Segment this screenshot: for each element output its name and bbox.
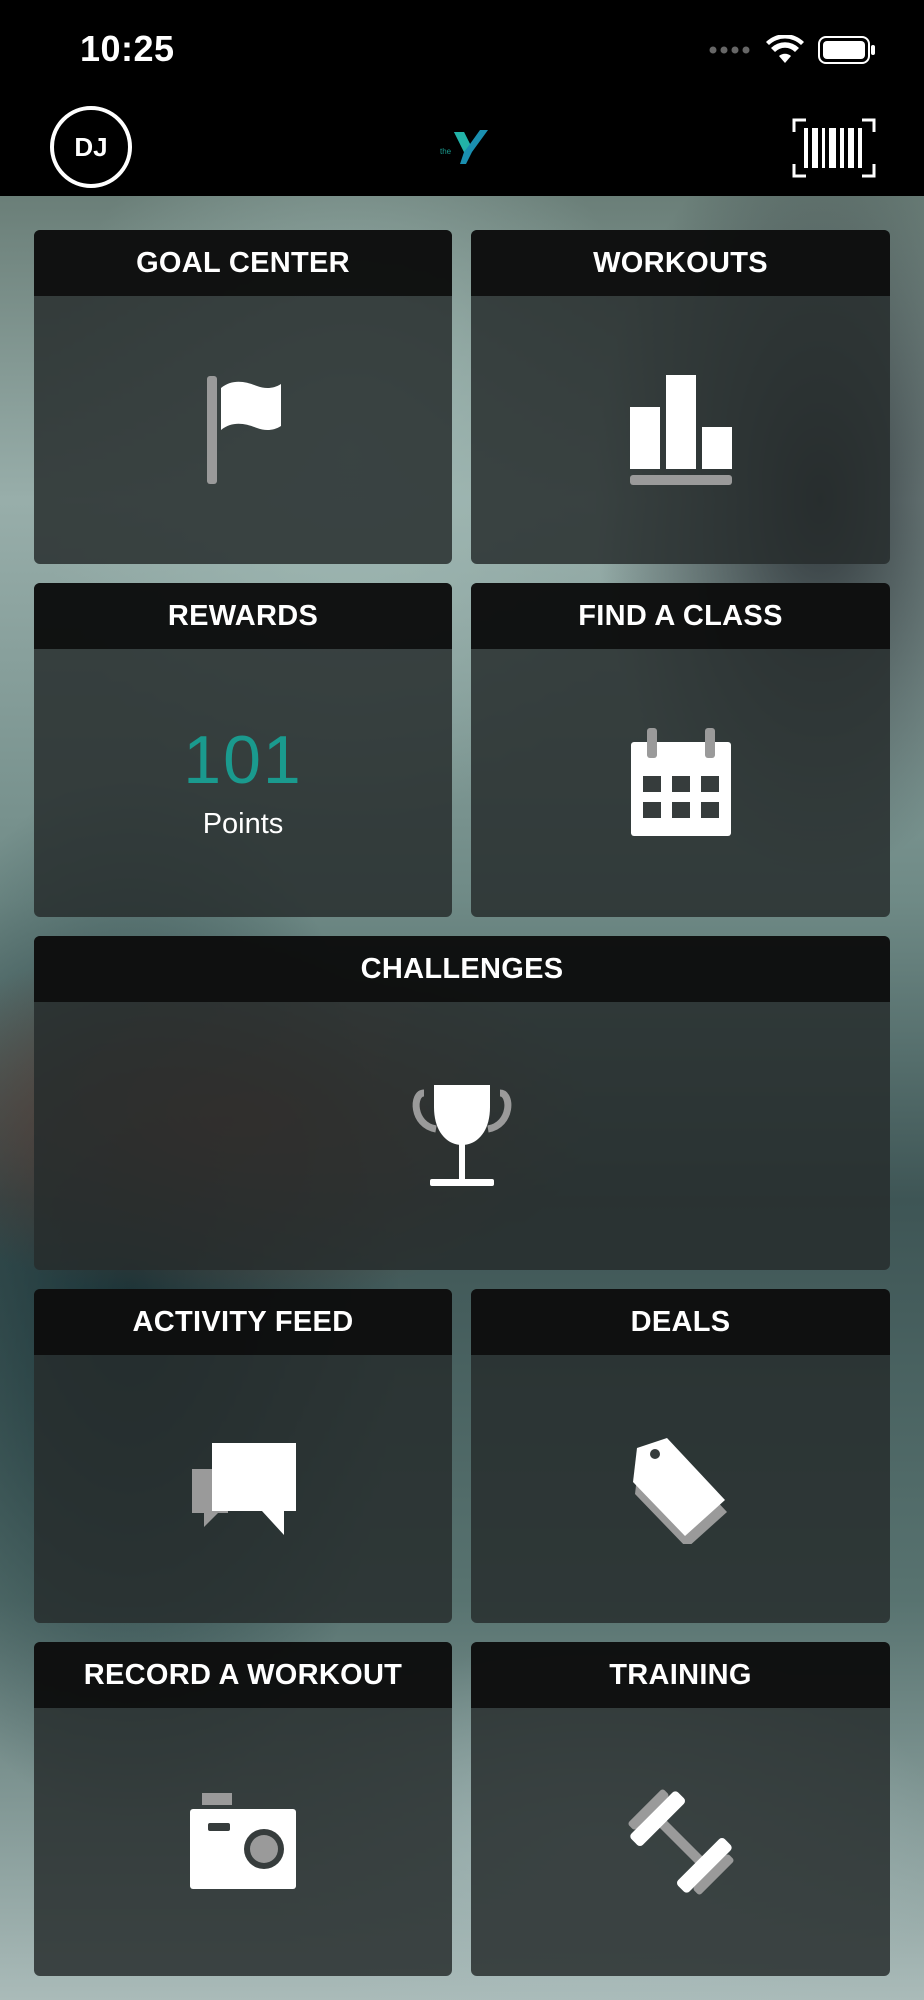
- tile-activity-feed[interactable]: ACTIVITY FEED: [34, 1289, 452, 1623]
- tile-workouts[interactable]: WORKOUTS: [471, 230, 890, 564]
- tile-deals[interactable]: DEALS: [471, 1289, 890, 1623]
- rewards-points-value: 101: [183, 721, 303, 798]
- tile-training[interactable]: TRAINING: [471, 1642, 890, 1976]
- trophy-icon: [412, 1085, 512, 1186]
- battery-icon: [818, 36, 875, 64]
- tile-rewards[interactable]: REWARDS 101 Points: [34, 583, 452, 917]
- tile-training-title: TRAINING: [471, 1642, 890, 1708]
- avatar-button[interactable]: DJ: [50, 106, 132, 188]
- wifi-icon: [766, 35, 804, 63]
- tile-challenges[interactable]: CHALLENGES: [34, 936, 890, 1270]
- logo-the-text: the: [440, 147, 452, 156]
- dumbbell-icon: [628, 1789, 733, 1895]
- flag-icon: [207, 376, 281, 484]
- chat-bubbles-icon: [192, 1443, 296, 1535]
- signal-icon: [709, 46, 750, 54]
- tile-record-a-workout-title: RECORD A WORKOUT: [34, 1642, 452, 1708]
- calendar-icon: [630, 728, 731, 836]
- camera-icon: [190, 1793, 296, 1889]
- ymca-logo: the: [440, 130, 488, 164]
- status-time: 10:25: [80, 28, 175, 69]
- tile-goal-center[interactable]: GOAL CENTER: [34, 230, 452, 564]
- tile-find-a-class-title: FIND A CLASS: [471, 583, 890, 649]
- status-bar: 10:25: [0, 0, 924, 100]
- tile-rewards-title: REWARDS: [34, 583, 452, 649]
- bar-chart-icon: [629, 375, 732, 485]
- avatar-initials: DJ: [74, 131, 108, 162]
- rewards-points-label: Points: [202, 807, 284, 840]
- app-header: DJ the: [0, 100, 924, 196]
- price-tag-icon: [632, 1438, 727, 1544]
- tile-challenges-title: CHALLENGES: [34, 936, 890, 1002]
- tile-record-a-workout[interactable]: RECORD A WORKOUT: [34, 1642, 452, 1976]
- tile-workouts-title: WORKOUTS: [471, 230, 890, 296]
- tile-goal-center-title: GOAL CENTER: [34, 230, 452, 296]
- tile-find-a-class[interactable]: FIND A CLASS: [471, 583, 890, 917]
- tile-activity-feed-title: ACTIVITY FEED: [34, 1289, 452, 1355]
- tile-deals-title: DEALS: [471, 1289, 890, 1355]
- barcode-icon[interactable]: [792, 118, 876, 178]
- status-icons: [708, 32, 876, 68]
